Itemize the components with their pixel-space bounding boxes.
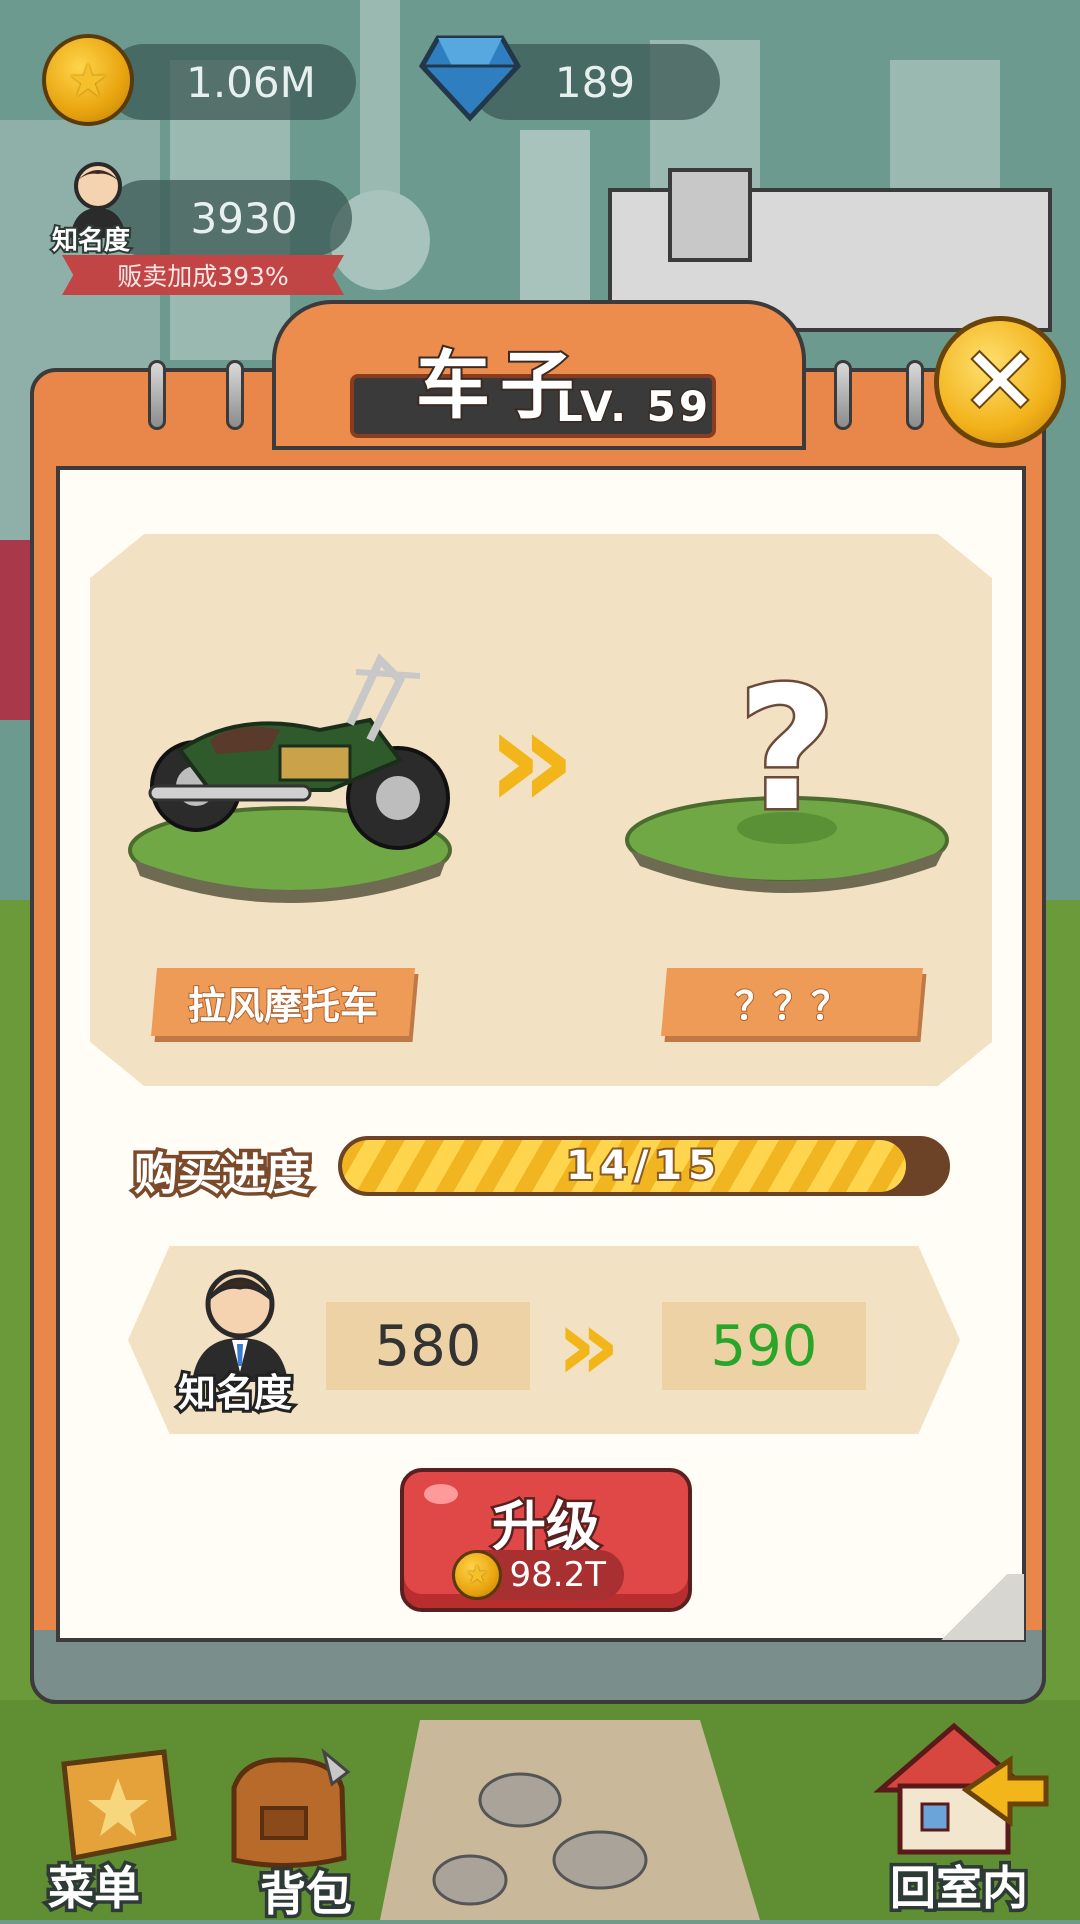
gem-amount: 189 [554, 57, 636, 107]
fame-label: 知名度 [175, 1368, 295, 1418]
chevron-right-icon: » [556, 1286, 621, 1403]
sales-bonus-ribbon: 贩卖加成393% [62, 255, 344, 295]
chevron-right-icon: » [486, 678, 577, 841]
current-vehicle-name-tag: 拉风摩托车 [151, 968, 415, 1036]
diamond-icon [418, 35, 522, 122]
fame-counter: 3930 [106, 180, 352, 256]
backpack-icon [231, 1747, 351, 1869]
coin-counter: 1.06M [106, 44, 356, 120]
coin-icon: ★ [42, 34, 134, 126]
binder-ring [226, 360, 244, 430]
menu-book-icon [61, 1749, 177, 1861]
home-button[interactable]: 回室内 [870, 1720, 1050, 1919]
next-vehicle-name-tag: ？？？ [661, 968, 923, 1036]
coin-icon: ★ [452, 1550, 502, 1600]
upgrade-label: 升级 [490, 1493, 603, 1561]
current-vehicle-name: 拉风摩托车 [187, 983, 379, 1029]
purchase-progress-label: 购买进度 [131, 1146, 314, 1204]
coin-amount: 1.06M [186, 57, 316, 107]
question-mark-icon: ? [735, 651, 839, 849]
binder-ring [906, 360, 924, 430]
menu-label: 菜单 [45, 1858, 144, 1919]
bag-button[interactable]: 背包 [214, 1747, 364, 1924]
paper-corner-fold [924, 1574, 1024, 1640]
binder-ring [148, 360, 166, 430]
binder-ring [834, 360, 852, 430]
fame-label-small: 知名度 [50, 224, 132, 258]
progress-text: 14/15 [564, 1141, 722, 1191]
home-label: 回室内 [887, 1858, 1032, 1919]
menu-button[interactable]: 菜单 [44, 1748, 184, 1919]
bag-label: 背包 [257, 1864, 356, 1924]
level-label: LV. 59 [555, 381, 712, 433]
next-vehicle-name: ？？？ [734, 983, 850, 1029]
close-icon: ✕ [959, 328, 1040, 435]
motorcycle-image [128, 653, 452, 903]
fame-next-value: 590 [662, 1302, 866, 1390]
close-button[interactable]: ✕ [934, 316, 1066, 448]
house-return-icon [873, 1722, 1049, 1855]
fame-current-value: 580 [326, 1302, 530, 1390]
fame-amount: 3930 [190, 193, 298, 243]
